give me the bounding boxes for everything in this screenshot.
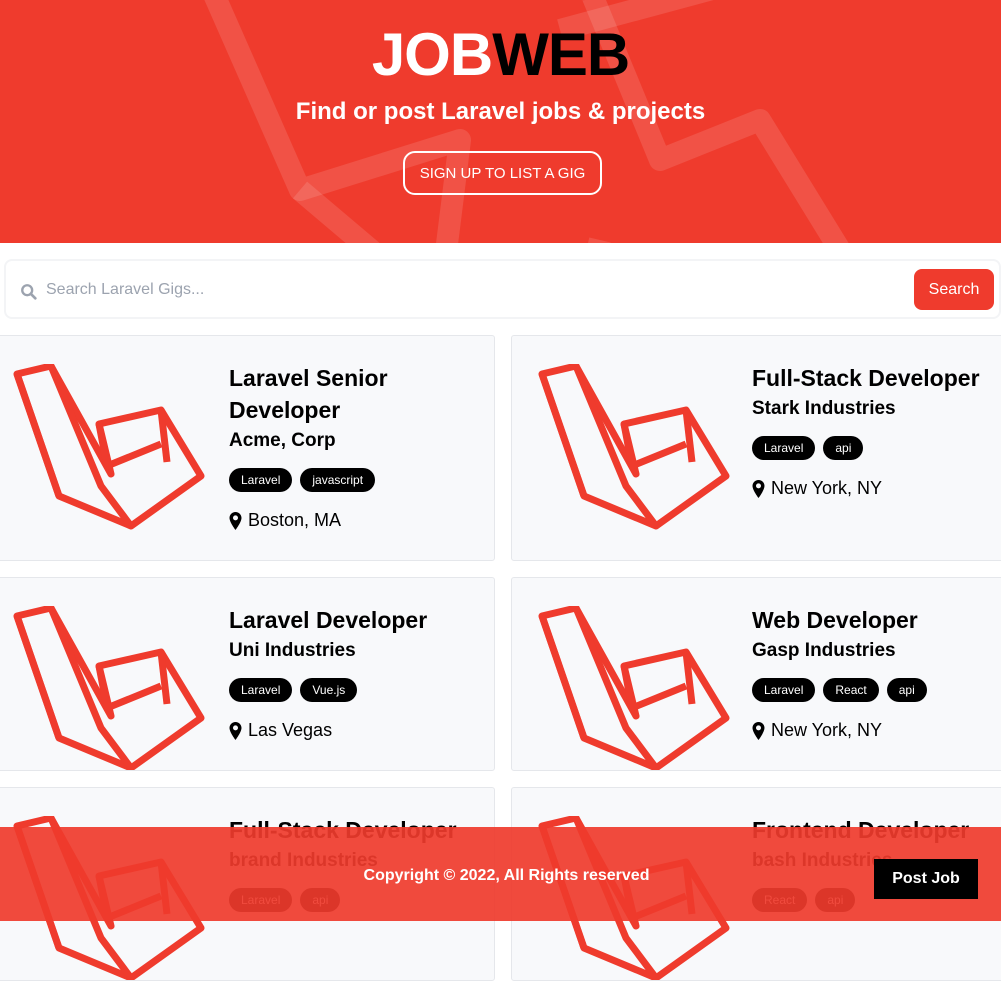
tag-badge[interactable]: Laravel xyxy=(229,468,293,492)
job-card[interactable]: Full-Stack Developer Stark Industries La… xyxy=(511,335,1001,561)
location-pin-icon xyxy=(752,721,765,740)
tag-badge[interactable]: Laravel xyxy=(752,678,816,702)
location-text: Boston, MA xyxy=(248,510,342,530)
laravel-logo-icon xyxy=(13,364,205,530)
tag-badge[interactable]: Laravel xyxy=(229,678,293,702)
hero-banner: JOBWEB Find or post Laravel jobs & proje… xyxy=(0,0,1001,243)
tag-badge[interactable]: React xyxy=(823,678,879,702)
company-name: Stark Industries xyxy=(752,398,896,419)
tag-list: Laravel React api xyxy=(752,678,1001,702)
job-card[interactable]: Laravel Developer Uni Industries Laravel… xyxy=(0,577,495,771)
company-name: Gasp Industries xyxy=(752,640,896,661)
search-form: Search xyxy=(4,259,1001,319)
job-card-body: Full-Stack Developer Stark Industries La… xyxy=(752,362,1001,499)
job-card[interactable]: Web Developer Gasp Industries Laravel Rea… xyxy=(511,577,1001,771)
laravel-logo-icon xyxy=(13,606,205,770)
company-name: Uni Industries xyxy=(229,640,356,661)
tag-badge[interactable]: Vue.js xyxy=(300,678,358,702)
laravel-logo-icon xyxy=(538,606,730,770)
post-job-button[interactable]: Post Job xyxy=(874,859,978,899)
location-text: Las Vegas xyxy=(248,720,333,740)
tag-badge[interactable]: api xyxy=(823,436,864,460)
location-text: New York, NY xyxy=(771,478,883,498)
job-location: New York, NY xyxy=(752,478,1001,499)
job-location: Las Vegas xyxy=(229,720,479,741)
logo-text-web: WEB xyxy=(492,21,630,88)
copyright-text: Copyright © 2022, All Rights reserved xyxy=(363,867,650,884)
signup-list-gig-button[interactable]: Sign Up to List a Gig xyxy=(403,151,602,195)
search-button[interactable]: Search xyxy=(914,269,994,310)
job-title[interactable]: Full-Stack Developer xyxy=(752,362,1001,394)
location-pin-icon xyxy=(229,511,242,530)
job-title[interactable]: Laravel Senior Developer xyxy=(229,362,429,426)
location-text: New York, NY xyxy=(771,720,883,740)
site-logo[interactable]: JOBWEB xyxy=(0,20,1001,89)
logo-text-job: JOB xyxy=(371,21,493,88)
job-card-body: Laravel Senior Developer Acme, Corp Lara… xyxy=(229,362,429,531)
location-pin-icon xyxy=(229,721,242,740)
company-name: Acme, Corp xyxy=(229,430,336,451)
job-card-body: Laravel Developer Uni Industries Laravel… xyxy=(229,604,479,741)
tag-badge[interactable]: javascript xyxy=(300,468,376,492)
tag-badge[interactable]: api xyxy=(886,678,927,702)
hero-tagline: Find or post Laravel jobs & projects xyxy=(295,98,706,125)
search-icon xyxy=(21,284,37,300)
job-location: Boston, MA xyxy=(229,510,429,531)
tag-list: Laravel Vue.js xyxy=(229,678,479,702)
location-pin-icon xyxy=(752,479,765,498)
footer: Copyright © 2022, All Rights reserved Po… xyxy=(0,827,1001,921)
search-input[interactable] xyxy=(46,273,906,307)
job-title[interactable]: Web Developer xyxy=(752,604,1001,636)
tag-list: Laravel javascript xyxy=(229,468,429,492)
job-card[interactable]: Laravel Senior Developer Acme, Corp Lara… xyxy=(0,335,495,561)
tag-badge[interactable]: Laravel xyxy=(752,436,816,460)
job-card-body: Web Developer Gasp Industries Laravel Rea… xyxy=(752,604,1001,741)
tag-list: Laravel api xyxy=(752,436,1001,460)
laravel-logo-icon xyxy=(538,364,730,530)
job-location: New York, NY xyxy=(752,720,1001,741)
job-title[interactable]: Laravel Developer xyxy=(229,604,479,636)
